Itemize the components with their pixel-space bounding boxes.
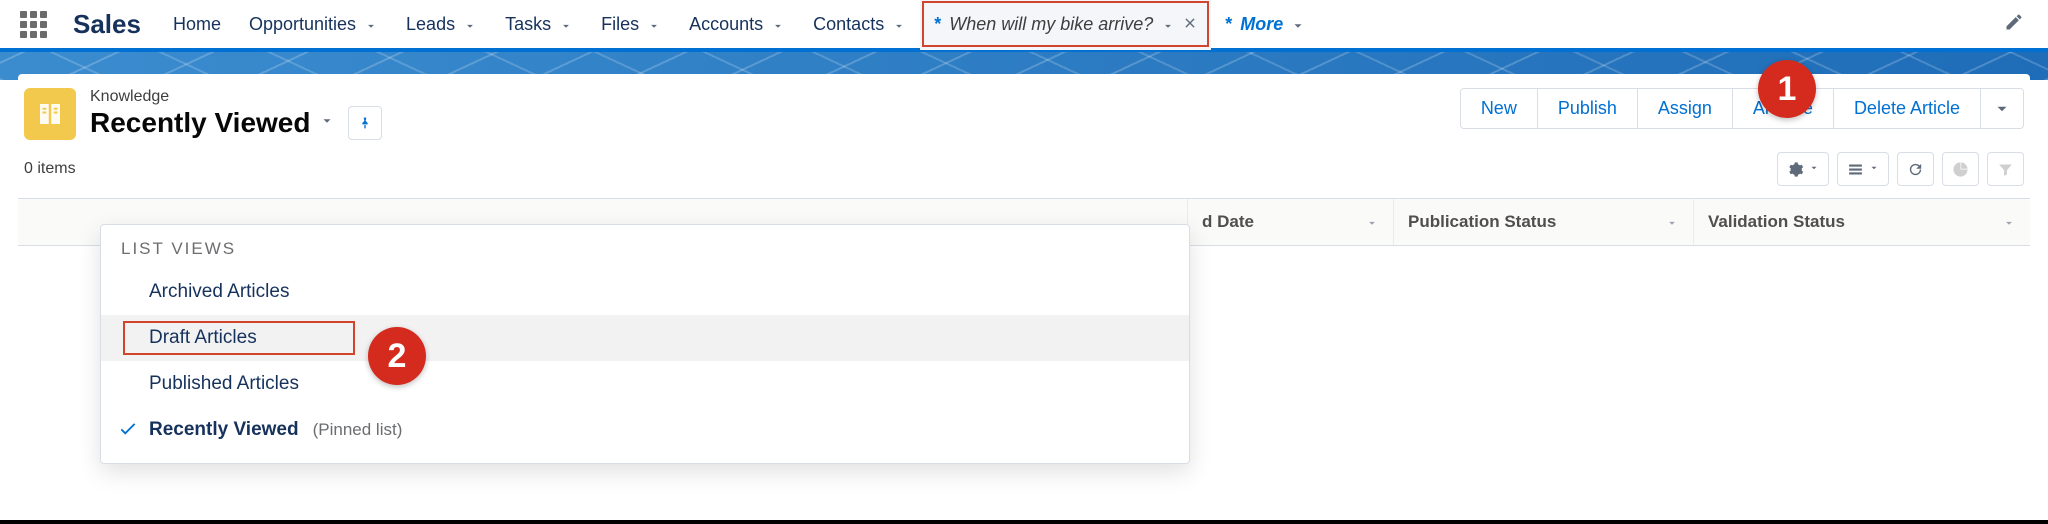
nav-contacts[interactable]: Contacts	[799, 0, 920, 50]
nav-leads-label: Leads	[406, 14, 455, 35]
nav-active-tab[interactable]: * When will my bike arrive?	[920, 0, 1211, 50]
col-validation-status[interactable]: Validation Status	[1708, 212, 1845, 232]
col-publication-status[interactable]: Publication Status	[1408, 212, 1556, 232]
col-date[interactable]: d Date	[1202, 212, 1254, 232]
nav-opportunities[interactable]: Opportunities	[235, 0, 392, 50]
action-button-group: New Publish Assign Archive Delete Articl…	[1460, 88, 2024, 129]
listview-archived-articles[interactable]: Archived Articles	[101, 269, 1189, 315]
chart-button[interactable]	[1942, 152, 1979, 186]
edit-nav-icon[interactable]	[2004, 12, 2024, 37]
footer-line	[0, 520, 2048, 524]
nav-opportunities-label: Opportunities	[249, 14, 356, 35]
nav-more[interactable]: * More	[1211, 0, 1319, 50]
chevron-down-icon	[1869, 160, 1879, 178]
publish-button[interactable]: Publish	[1538, 89, 1638, 128]
listview-published-articles[interactable]: Published Articles	[101, 361, 1189, 407]
nav-tasks[interactable]: Tasks	[491, 0, 587, 50]
nav-more-label: More	[1240, 14, 1283, 35]
chevron-down-icon[interactable]	[771, 17, 785, 31]
nav-active-tab-label: When will my bike arrive?	[949, 14, 1153, 35]
chevron-down-icon[interactable]	[1161, 17, 1175, 31]
object-label: Knowledge	[90, 88, 382, 106]
nav-accounts[interactable]: Accounts	[675, 0, 799, 50]
close-tab-icon[interactable]	[1183, 14, 1197, 35]
filter-button[interactable]	[1987, 152, 2024, 186]
unsaved-indicator-icon: *	[1225, 14, 1232, 35]
nav-tasks-label: Tasks	[505, 14, 551, 35]
listview-item-label: Recently Viewed	[149, 419, 299, 441]
callout-1: 1	[1758, 60, 1816, 118]
check-icon	[117, 419, 139, 441]
pinned-note: (Pinned list)	[313, 420, 403, 440]
more-actions-button[interactable]	[1981, 89, 2023, 128]
item-count: 0 items	[24, 160, 76, 178]
caret-down-icon[interactable]	[1291, 17, 1305, 31]
nav-leads[interactable]: Leads	[392, 0, 491, 50]
nav-home[interactable]: Home	[159, 0, 235, 50]
nav-files[interactable]: Files	[587, 0, 675, 50]
global-nav: Sales Home Opportunities Leads Tasks Fil…	[0, 0, 2048, 52]
dropdown-heading: LIST VIEWS	[101, 225, 1189, 269]
chevron-down-icon[interactable]	[1365, 215, 1379, 229]
listview-title: Recently Viewed	[90, 107, 310, 139]
listview-dropdown: LIST VIEWS Archived Articles Draft Artic…	[100, 224, 1190, 464]
pin-listview-button[interactable]	[348, 106, 382, 140]
chevron-down-icon	[1809, 160, 1819, 178]
chevron-down-icon[interactable]	[892, 17, 906, 31]
listview-switcher[interactable]	[312, 110, 342, 137]
nav-files-label: Files	[601, 14, 639, 35]
knowledge-icon	[24, 88, 76, 140]
listview-item-label: Draft Articles	[149, 327, 257, 349]
app-launcher-icon[interactable]	[18, 9, 49, 40]
delete-article-button[interactable]: Delete Article	[1834, 89, 1981, 128]
chevron-down-icon[interactable]	[2002, 215, 2016, 229]
chevron-down-icon[interactable]	[559, 17, 573, 31]
listview-item-label: Published Articles	[149, 373, 299, 395]
assign-button[interactable]: Assign	[1638, 89, 1733, 128]
display-as-button[interactable]	[1837, 152, 1889, 186]
refresh-button[interactable]	[1897, 152, 1934, 186]
new-button[interactable]: New	[1461, 89, 1538, 128]
nav-accounts-label: Accounts	[689, 14, 763, 35]
listview-draft-articles[interactable]: Draft Articles	[101, 315, 1189, 361]
listview-item-label: Archived Articles	[149, 281, 289, 303]
list-settings-button[interactable]	[1777, 152, 1829, 186]
unsaved-indicator-icon: *	[934, 14, 941, 35]
nav-contacts-label: Contacts	[813, 14, 884, 35]
chevron-down-icon[interactable]	[647, 17, 661, 31]
callout-2: 2	[368, 327, 426, 385]
nav-home-label: Home	[173, 14, 221, 35]
chevron-down-icon[interactable]	[463, 17, 477, 31]
chevron-down-icon[interactable]	[1665, 215, 1679, 229]
listview-recently-viewed[interactable]: Recently Viewed (Pinned list)	[101, 407, 1189, 453]
app-name: Sales	[73, 9, 141, 40]
chevron-down-icon[interactable]	[364, 17, 378, 31]
